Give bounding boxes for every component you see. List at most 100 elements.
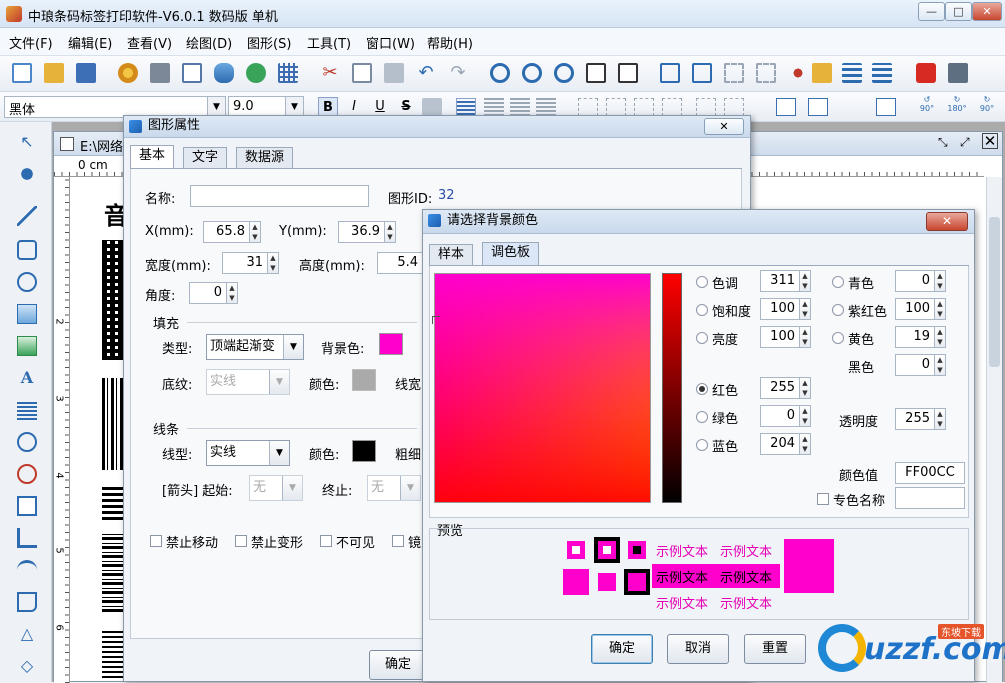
undo-icon[interactable]: ↶ [416,63,436,83]
zoom-actual-icon[interactable] [554,63,574,83]
italic-button[interactable]: I [344,97,364,117]
y-input[interactable]: 36.9 [338,221,385,243]
menu-help[interactable]: 帮助(H) [427,33,473,52]
arc-icon[interactable] [17,560,37,580]
close-doc-icon[interactable]: ✕ [982,133,998,149]
spot-color-checkbox[interactable] [817,493,829,505]
sat-spinner[interactable]: ▲ ▼ [799,298,811,320]
maximize-button[interactable]: □ [945,2,972,21]
blue-spinner[interactable]: ▲ ▼ [799,433,811,455]
vertical-scrollbar[interactable] [986,177,1002,683]
name-input[interactable] [190,185,369,207]
tab-text[interactable]: 文字 [183,147,228,168]
minimize-button[interactable]: — [918,2,945,21]
chevron-down-icon[interactable]: ▼ [269,441,289,465]
open-icon[interactable] [44,63,64,83]
cyan-input[interactable]: 0 [895,270,935,292]
image-icon[interactable] [17,304,37,324]
chevron-down-icon[interactable]: ▼ [283,335,303,359]
chevron-down-icon[interactable]: ▼ [400,476,420,500]
v-center-icon[interactable] [808,98,828,116]
align-right-icon[interactable] [510,98,530,116]
rotate-right-icon[interactable]: ↻ 90° [974,95,1000,119]
spacing-icon-4[interactable] [662,98,682,116]
zoom-fit-icon[interactable] [586,63,606,83]
brightness-slider[interactable] [662,273,682,503]
chevron-down-icon[interactable]: ▼ [207,97,225,117]
new-icon[interactable] [12,63,32,83]
text-icon[interactable]: A [17,368,37,388]
pdf-icon[interactable] [916,63,936,83]
black-input[interactable]: 0 [895,354,935,376]
tab-samples[interactable]: 样本 [429,244,474,265]
database-icon[interactable] [214,63,234,83]
copy-icon[interactable] [352,63,372,83]
redo-icon[interactable]: ↷ [448,63,468,83]
print-icon[interactable] [150,63,170,83]
unlock-icon[interactable] [756,63,776,83]
bri-radio[interactable] [696,332,708,344]
arrow-end-select[interactable]: 无 ▼ [367,475,421,501]
color-field[interactable] [434,273,651,503]
paste-icon[interactable] [384,63,404,83]
qrcode-icon[interactable] [17,496,37,516]
green-radio[interactable] [696,411,708,423]
shape-ok-button[interactable]: 确定 [369,650,427,680]
paragraph-icon[interactable] [17,400,37,420]
mirror-checkbox[interactable] [392,535,404,547]
x-spinner[interactable]: ▲ ▼ [249,221,261,243]
sat-radio[interactable] [696,304,708,316]
pattern-select[interactable]: 实线 ▼ [206,369,290,395]
align-center-icon[interactable] [484,98,504,116]
bold-button[interactable]: B [318,97,338,117]
diamond-icon[interactable]: ◇ [17,656,37,676]
align-icon[interactable] [842,63,862,83]
width-input[interactable]: 31 [222,252,268,274]
barcode-icon[interactable] [17,432,37,452]
chevron-down-icon[interactable]: ▼ [282,476,302,500]
color-cancel-button[interactable]: 取消 [667,634,729,664]
align-left-icon[interactable] [456,98,476,116]
red-input[interactable]: 255 [760,377,800,399]
picture-icon[interactable] [17,336,37,356]
triangle-icon[interactable]: △ [17,624,37,644]
curve-icon[interactable] [17,592,37,612]
alpha-input[interactable]: 255 [895,408,935,430]
underline-button[interactable]: U [370,97,390,117]
cut-icon[interactable]: ✂ [320,63,340,83]
invisible-checkbox[interactable] [320,535,332,547]
fill-type-select[interactable]: 顶端起渐变 ▼ [206,334,304,360]
arrow-start-select[interactable]: 无 ▼ [249,475,303,501]
print-preview-icon[interactable] [182,63,202,83]
color-ok-button[interactable]: 确定 [591,634,653,664]
color-value-input[interactable]: FF00CC [895,462,965,484]
tab-datasource[interactable]: 数据源 [236,147,294,168]
menu-shape[interactable]: 图形(S) [247,33,291,52]
lock-icon[interactable] [724,63,744,83]
color-reset-button[interactable]: 重置 [744,634,806,664]
tab-basic[interactable]: 基本 [130,145,175,168]
green-spinner[interactable]: ▲ ▼ [799,405,811,427]
cyan-spinner[interactable]: ▲ ▼ [934,270,946,292]
chevron-down-icon[interactable]: ▼ [269,370,289,394]
blue-radio[interactable] [696,439,708,451]
justify-icon[interactable] [536,98,556,116]
cyan-radio[interactable] [832,276,844,288]
line-icon[interactable] [17,206,37,226]
grid-icon[interactable] [278,63,298,83]
yellow-spinner[interactable]: ▲ ▼ [934,326,946,348]
text-effect-icon[interactable] [422,98,442,116]
magenta-spinner[interactable]: ▲ ▼ [934,298,946,320]
angle-input[interactable]: 0 [189,282,227,304]
spacing-icon-1[interactable] [578,98,598,116]
width-spinner[interactable]: ▲ ▼ [267,252,279,274]
black-spinner[interactable]: ▲ ▼ [934,354,946,376]
hue-spinner[interactable]: ▲ ▼ [799,270,811,292]
save-icon[interactable] [76,63,96,83]
close-icon[interactable]: ✕ [926,212,968,231]
settings-icon[interactable] [118,63,138,83]
align-page-icon[interactable] [876,98,896,116]
rectangle-icon[interactable] [17,240,37,260]
yellow-radio[interactable] [832,332,844,344]
h-center-icon[interactable] [776,98,796,116]
